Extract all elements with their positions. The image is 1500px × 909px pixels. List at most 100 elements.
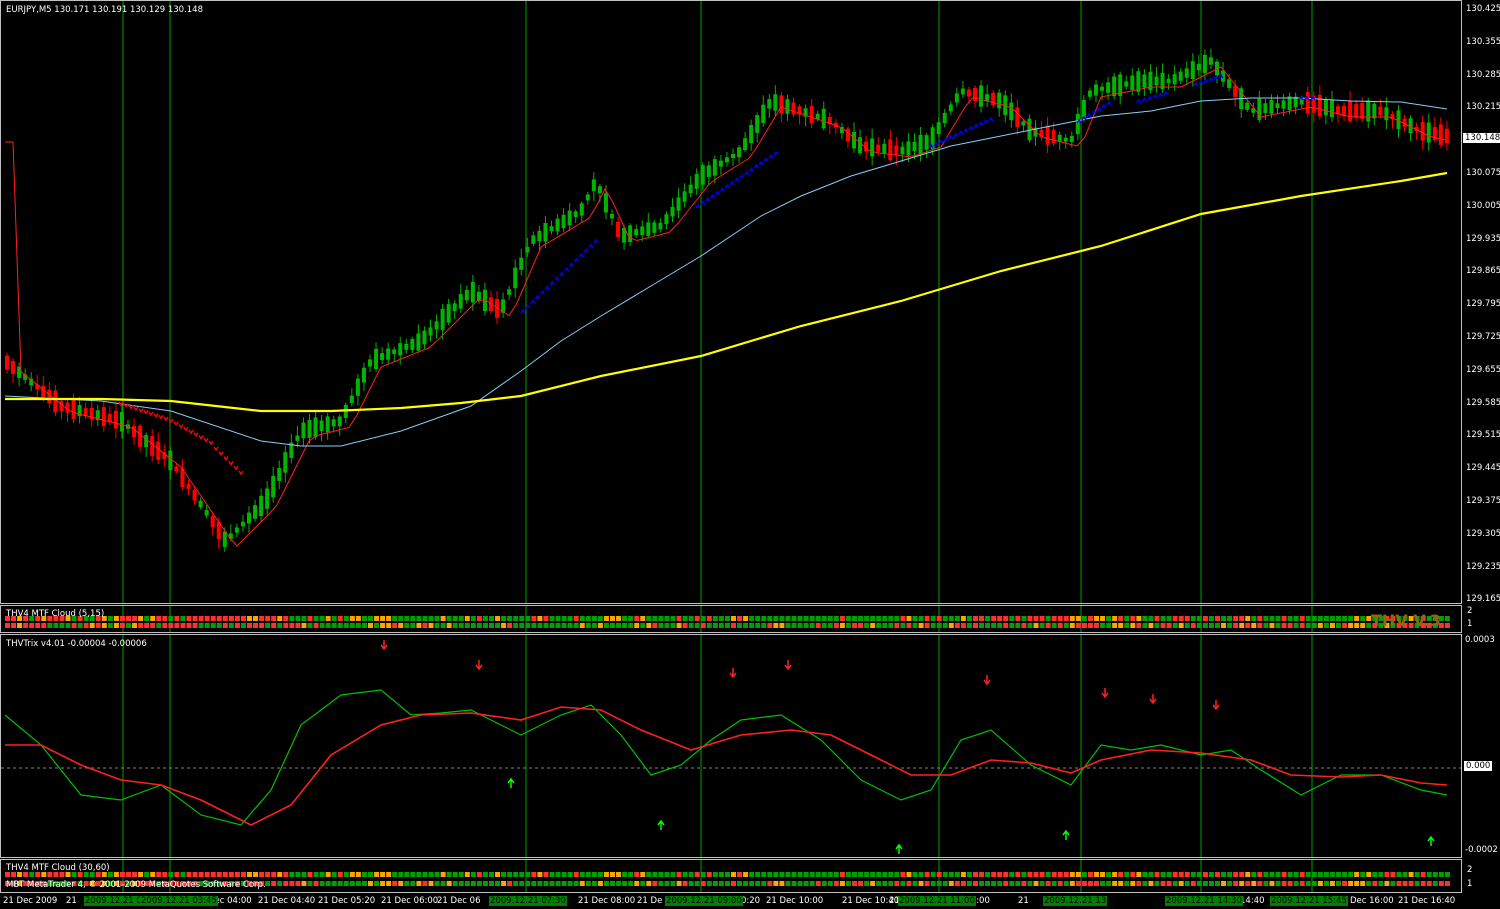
cloud-cell: [1336, 623, 1341, 628]
cloud-cell: [731, 872, 736, 877]
cloud-cell: [1130, 623, 1136, 628]
cloud-cell: [1057, 623, 1063, 628]
cloud-cell: [501, 872, 507, 877]
cloud2-pane[interactable]: THV4 MTF Cloud (30,60) MBT MetaTrader 4,…: [0, 859, 1462, 893]
cloud-cell: [797, 872, 803, 877]
trix-down-arrow: [983, 675, 991, 686]
cloud-cell: [700, 616, 706, 621]
cloud-cell: [210, 616, 216, 621]
cloud-cell: [1003, 616, 1009, 621]
cloud-cell: [1263, 881, 1269, 886]
cloud-cell: [670, 872, 676, 877]
cloud-cell: [628, 872, 634, 877]
cloud-cell: [597, 881, 603, 886]
cloud1-watermark: THV V.3: [1371, 611, 1441, 630]
trix-pane[interactable]: THVTrix v4.01 -0.00004 -0.00006: [0, 634, 1462, 858]
cloud-cell: [1069, 872, 1075, 877]
cloud-cell: [815, 623, 821, 628]
cloud-cell: [936, 616, 942, 621]
cloud-cell: [476, 616, 482, 621]
cloud-cell: [979, 623, 985, 628]
candle-body: [525, 246, 530, 253]
candle-body: [1045, 125, 1050, 145]
cloud-cell: [1075, 616, 1081, 621]
cloud-cell: [1154, 616, 1160, 621]
cloud-cell: [1166, 872, 1172, 877]
cloud-cell: [1081, 616, 1087, 621]
cloud-cell: [1336, 872, 1341, 877]
cloud1-pane[interactable]: THV4 MTF Cloud (5,15) THV V.3: [0, 605, 1462, 633]
cloud-cell: [1003, 881, 1009, 886]
price-chart-pane[interactable]: EURJPY,M5 130.171 130.191 130.129 130.14…: [0, 0, 1462, 604]
cloud-cell: [138, 872, 144, 877]
candle-body: [924, 135, 929, 150]
signal-up-arrow: [988, 116, 994, 122]
cloud-cell: [1342, 616, 1348, 621]
cloud-cell: [101, 623, 107, 628]
cloud-cell: [724, 623, 730, 628]
cloud-cell: [543, 881, 549, 886]
cloud-cell: [852, 616, 857, 621]
cloud-cell: [1245, 881, 1251, 886]
cloud-cell: [525, 616, 531, 621]
cloud-cell: [985, 881, 991, 886]
cloud-cell: [168, 616, 174, 621]
cloud-cell: [960, 623, 966, 628]
cloud-cell: [543, 616, 549, 621]
cloud-cell: [1281, 623, 1287, 628]
cloud-cell: [1106, 872, 1112, 877]
time-axis-label: 21 Dec 05:20: [318, 896, 376, 906]
cloud-cell: [216, 623, 222, 628]
cloud-cell: [343, 623, 349, 628]
cloud-cell: [1323, 881, 1329, 886]
price-tick: 129.445: [1466, 463, 1500, 474]
cloud-cell: [265, 616, 271, 621]
cloud-cell: [1063, 881, 1069, 886]
cloud-cell: [1106, 616, 1112, 621]
cloud-cell: [718, 872, 724, 877]
price-chart-canvas[interactable]: [1, 1, 1462, 604]
cloud-cell: [1094, 881, 1099, 886]
signal-up-arrow: [968, 125, 974, 131]
cloud-cell: [1178, 623, 1184, 628]
cloud-cell: [1221, 623, 1227, 628]
cloud-cell: [1160, 616, 1166, 621]
trix-up-arrow: [895, 843, 903, 854]
cloud-cell: [132, 872, 138, 877]
cloud-cell: [906, 623, 912, 628]
cloud-cell: [1420, 881, 1426, 886]
cloud-cell: [458, 881, 464, 886]
cloud1-scale-bottom: 1: [1467, 619, 1473, 629]
cloud-cell: [283, 623, 289, 628]
signal-up-arrow: [710, 193, 716, 199]
cloud-cell: [561, 616, 567, 621]
candle-body: [234, 527, 239, 533]
cloud-cell: [113, 872, 119, 877]
cloud-cell: [1233, 623, 1239, 628]
cloud-cell: [1275, 616, 1281, 621]
cloud-cell: [186, 623, 192, 628]
price-scale[interactable]: 130.425 130.355 130.285 130.215 130.075 130.0…: [1462, 0, 1500, 604]
cloud-cell: [1438, 872, 1444, 877]
cloud-cell: [688, 881, 694, 886]
cloud-cell: [779, 872, 785, 877]
cloud-cell: [706, 616, 712, 621]
cloud-cell: [936, 881, 942, 886]
cloud-cell: [1021, 872, 1027, 877]
cloud-cell: [1348, 881, 1354, 886]
time-axis-label: 21 Dec 04:40: [258, 896, 316, 906]
cloud-cell: [997, 881, 1003, 886]
cloud-cell: [380, 616, 386, 621]
cloud-cell: [1142, 872, 1148, 877]
cloud-cell: [815, 616, 821, 621]
signal-up-arrow: [719, 187, 725, 192]
cloud-cell: [979, 881, 985, 886]
cloud-cell: [1233, 872, 1239, 877]
candle-body: [997, 92, 1002, 109]
cloud-cell: [132, 623, 138, 628]
cloud-cell: [1336, 616, 1341, 621]
time-tag: 2009.12.21 13: [1043, 896, 1108, 906]
signal-up-arrow: [1163, 90, 1169, 96]
cloud-cell: [355, 616, 361, 621]
cloud-cell: [1142, 616, 1148, 621]
